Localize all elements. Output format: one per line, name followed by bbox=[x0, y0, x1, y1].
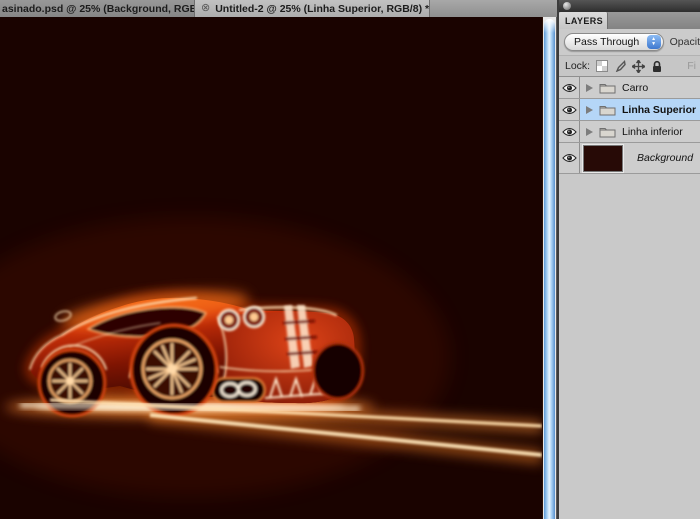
vertical-scrollbar[interactable] bbox=[542, 17, 557, 519]
car-artwork bbox=[0, 17, 542, 519]
document-tab-asinado[interactable]: asinado.psd @ 25% (Background, RGB/8) bbox=[0, 0, 195, 17]
document-tab-title: Untitled-2 @ 25% (Linha Superior, RGB/8)… bbox=[215, 3, 429, 15]
blend-options-row: Pass Through ▲▼ Opacit bbox=[559, 29, 700, 56]
folder-icon bbox=[599, 126, 616, 138]
eye-icon bbox=[562, 153, 577, 163]
folder-icon bbox=[599, 82, 616, 94]
layer-name: Linha Superior bbox=[622, 104, 696, 116]
document-tab-untitled2[interactable]: ⊗ Untitled-2 @ 25% (Linha Superior, RGB/… bbox=[195, 0, 430, 17]
visibility-toggle[interactable] bbox=[559, 121, 580, 142]
opacity-label: Opacit bbox=[670, 36, 700, 48]
lock-label: Lock: bbox=[565, 60, 590, 72]
layer-row-linha-inferior[interactable]: Linha inferior bbox=[559, 121, 700, 143]
layer-name: Linha inferior bbox=[622, 126, 683, 138]
document-tabbar: asinado.psd @ 25% (Background, RGB/8) ⊗ … bbox=[0, 0, 557, 17]
blend-mode-value: Pass Through bbox=[574, 36, 639, 48]
eye-icon bbox=[562, 105, 577, 115]
lock-options-row: Lock: Fi bbox=[559, 56, 700, 77]
fill-label: Fi bbox=[687, 60, 696, 72]
tab-layers[interactable]: LAYERS bbox=[559, 12, 608, 29]
layers-list: Carro Linha Superior bbox=[559, 77, 700, 174]
disclosure-triangle-icon[interactable] bbox=[586, 84, 593, 92]
panel-collapse-button[interactable] bbox=[563, 2, 571, 10]
visibility-toggle[interactable] bbox=[559, 143, 580, 173]
panel-empty-area bbox=[559, 174, 700, 519]
lock-position-icon[interactable] bbox=[632, 60, 645, 73]
visibility-toggle[interactable] bbox=[559, 77, 580, 98]
lock-all-icon[interactable] bbox=[651, 60, 663, 73]
eye-icon bbox=[562, 83, 577, 93]
folder-icon bbox=[599, 104, 616, 116]
panel-titlebar bbox=[559, 0, 700, 12]
blend-mode-dropdown[interactable]: Pass Through ▲▼ bbox=[564, 33, 664, 51]
layer-row-background[interactable]: Background bbox=[559, 143, 700, 174]
disclosure-triangle-icon[interactable] bbox=[586, 128, 593, 136]
layer-name: Background bbox=[637, 152, 693, 164]
layer-row-linha-superior[interactable]: Linha Superior bbox=[559, 99, 700, 121]
document-tab-title: asinado.psd @ 25% (Background, RGB/8) bbox=[2, 3, 195, 15]
layer-thumbnail[interactable] bbox=[583, 145, 623, 172]
layers-panel: LAYERS Pass Through ▲▼ Opacit Lock: Fi bbox=[557, 0, 700, 519]
lock-transparency-icon[interactable] bbox=[596, 60, 608, 72]
photoshop-window: asinado.psd @ 25% (Background, RGB/8) ⊗ … bbox=[0, 0, 700, 519]
disclosure-triangle-icon[interactable] bbox=[586, 106, 593, 114]
eye-icon bbox=[562, 127, 577, 137]
dropdown-stepper-icon[interactable]: ▲▼ bbox=[647, 35, 661, 49]
lock-pixels-icon[interactable] bbox=[614, 60, 626, 72]
layer-row-carro[interactable]: Carro bbox=[559, 77, 700, 99]
scrollbar-thumb[interactable] bbox=[544, 19, 555, 519]
panel-tab-strip: LAYERS bbox=[559, 12, 700, 29]
document-canvas[interactable] bbox=[0, 17, 542, 519]
layer-name: Carro bbox=[622, 82, 648, 94]
visibility-toggle[interactable] bbox=[559, 99, 580, 120]
close-tab-icon[interactable]: ⊗ bbox=[201, 3, 210, 14]
